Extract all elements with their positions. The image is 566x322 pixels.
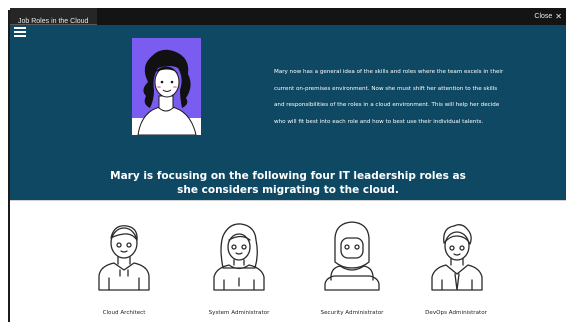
- window-tab-title: Job Roles in the Cloud: [18, 18, 89, 25]
- mary-avatar-illustration: [132, 38, 201, 135]
- intro-paragraph: Mary now has a general idea of the skill…: [274, 69, 504, 125]
- role-card-devops-administrator[interactable]: DevOps Administrator: [411, 218, 501, 318]
- mary-portrait: [132, 38, 201, 135]
- close-button[interactable]: Close ✕: [534, 8, 562, 25]
- lesson-window: Job Roles in the Cloud Close ✕ Mary now …: [10, 8, 566, 322]
- close-label: Close: [534, 13, 553, 20]
- hamburger-menu-icon[interactable]: [14, 27, 26, 37]
- section-divider: [10, 200, 566, 201]
- close-icon: ✕: [555, 12, 562, 21]
- security-administrator-icon: [324, 221, 380, 291]
- devops-administrator-icon: [431, 224, 483, 291]
- window-titlebar: Job Roles in the Cloud Close ✕: [10, 8, 566, 25]
- cloud-architect-icon: [98, 225, 150, 291]
- window-tab[interactable]: Job Roles in the Cloud: [10, 8, 98, 25]
- role-card-system-administrator[interactable]: System Administrator: [194, 218, 284, 318]
- hero-banner: Mary now has a general idea of the skill…: [10, 25, 566, 200]
- section-headline: Mary is focusing on the following four I…: [110, 170, 466, 196]
- role-label: Security Administrator: [320, 310, 384, 316]
- system-administrator-icon: [213, 223, 265, 291]
- role-card-security-administrator[interactable]: Security Administrator: [307, 218, 397, 318]
- role-label: Cloud Architect: [102, 310, 146, 316]
- role-label: DevOps Administrator: [425, 310, 487, 316]
- role-label: System Administrator: [208, 310, 270, 316]
- role-card-cloud-architect[interactable]: Cloud Architect: [79, 218, 169, 318]
